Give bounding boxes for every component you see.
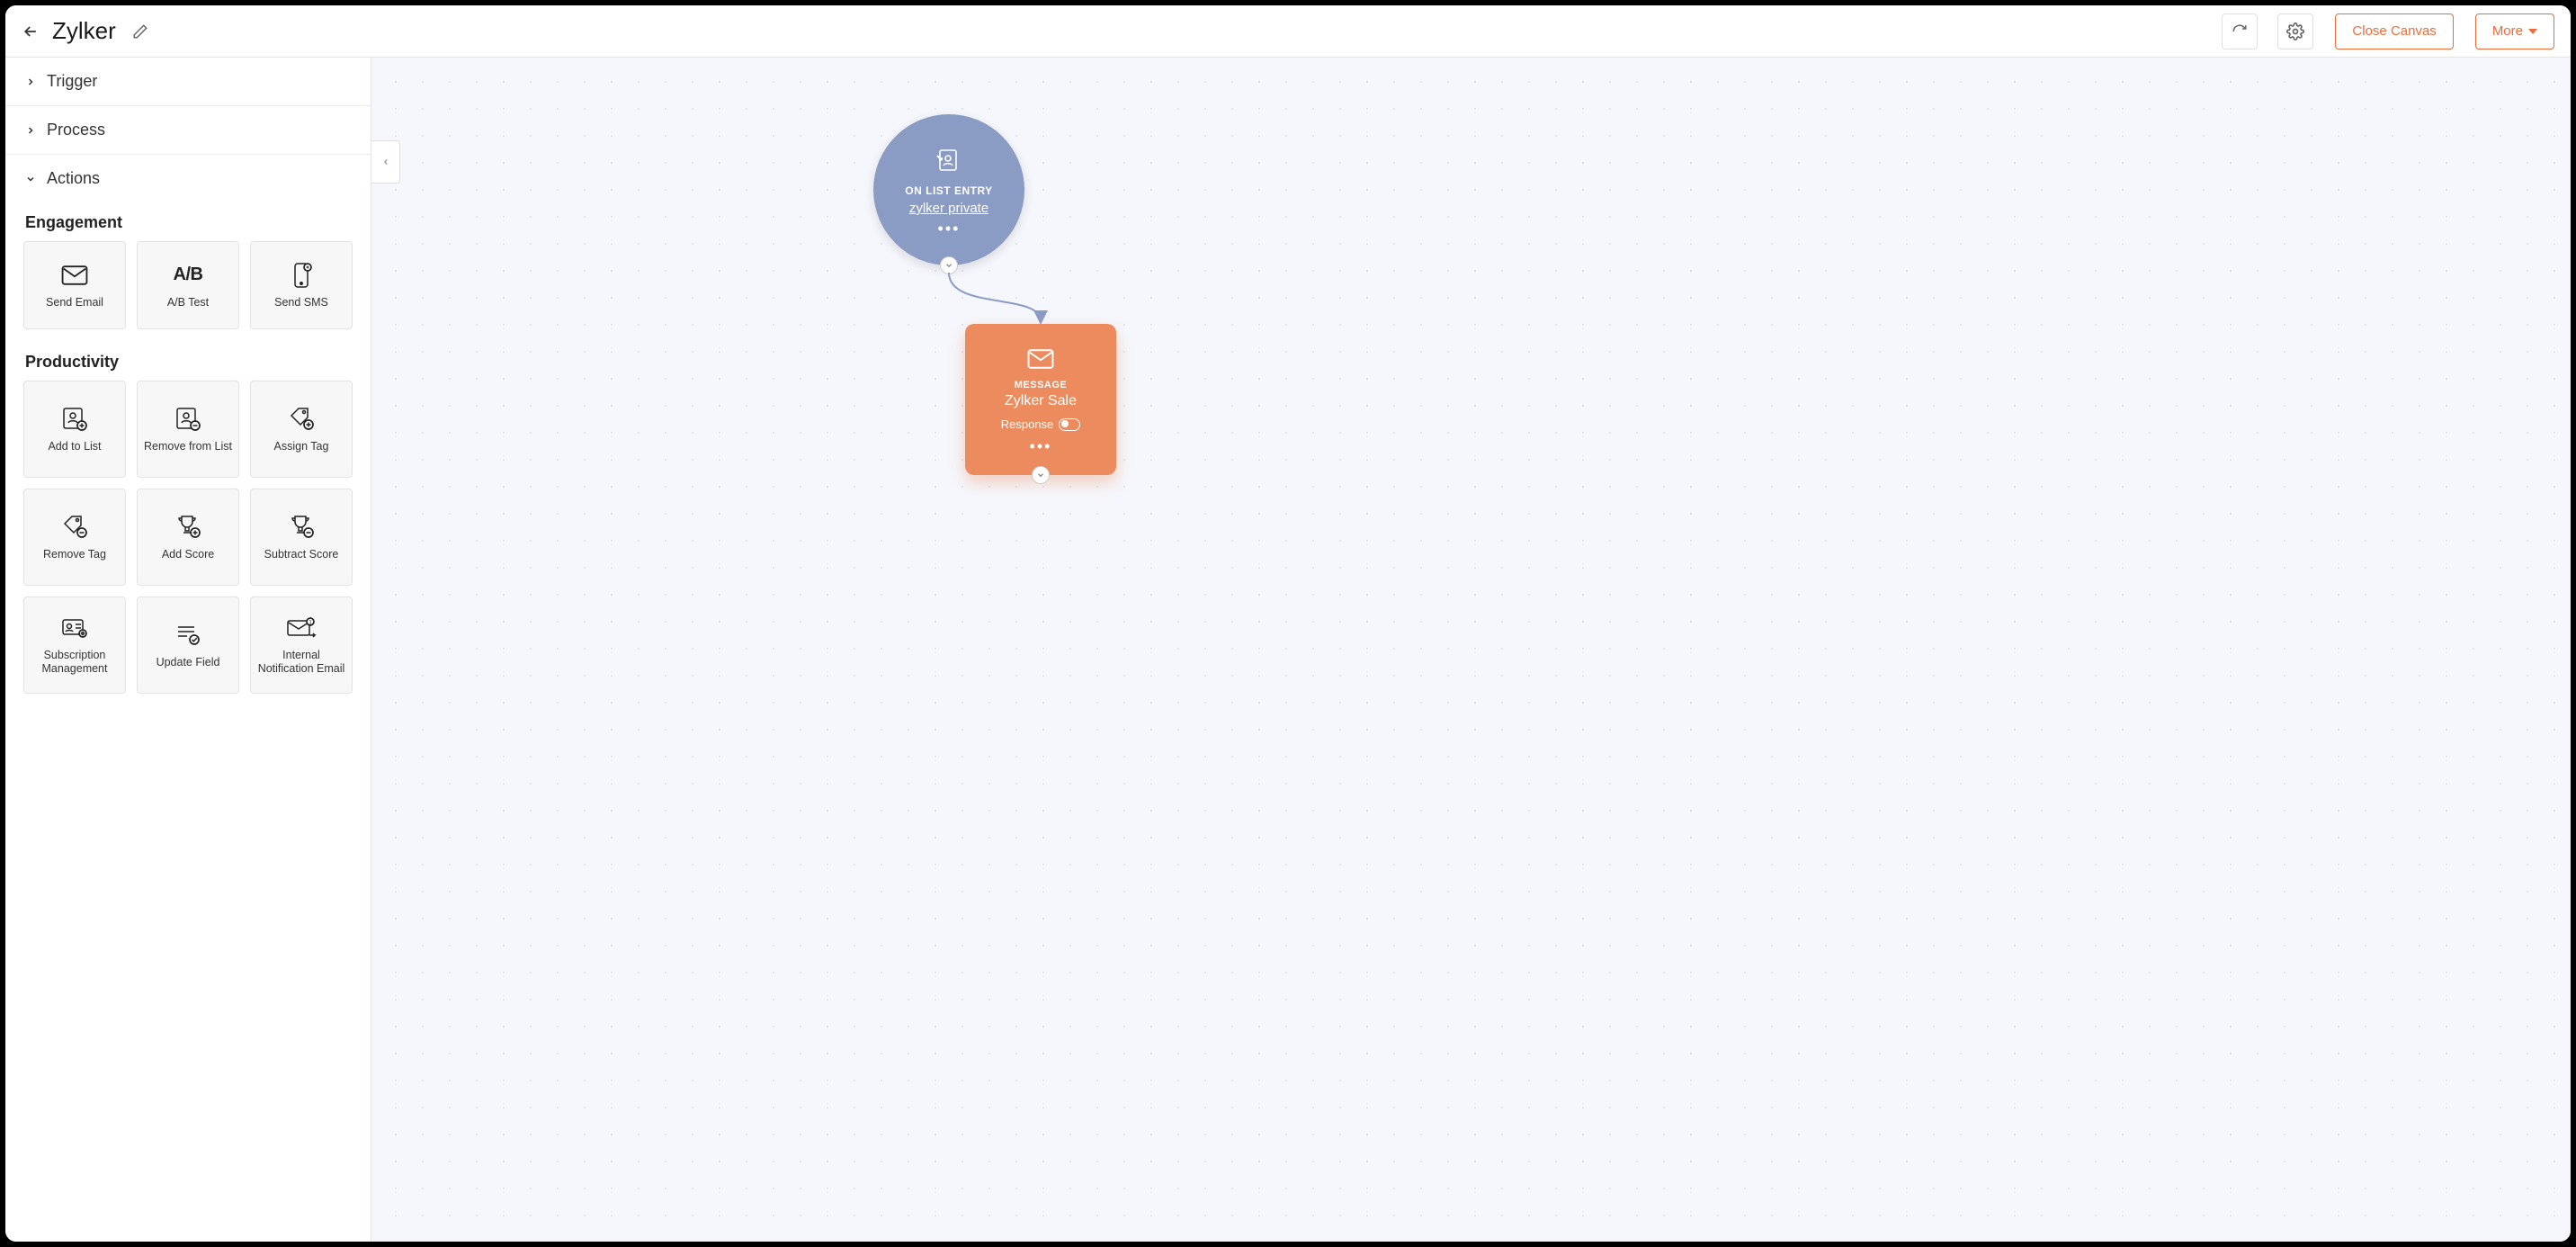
chevron-left-icon: [381, 156, 390, 168]
tile-add-score[interactable]: Add Score: [137, 489, 239, 586]
list-add-icon: [61, 406, 88, 433]
message-value: Zylker Sale: [1005, 393, 1077, 409]
update-field-icon: [174, 622, 201, 649]
chevron-down-icon: [25, 174, 36, 184]
tile-subtract-score[interactable]: Subtract Score: [250, 489, 353, 586]
trigger-value[interactable]: zylker private: [909, 201, 988, 216]
message-type-label: MESSAGE: [1015, 380, 1068, 390]
trophy-subtract-icon: [288, 514, 315, 541]
tile-send-email[interactable]: Send Email: [23, 241, 126, 329]
tile-assign-tag[interactable]: Assign Tag: [250, 381, 353, 478]
close-canvas-label: Close Canvas: [2352, 23, 2436, 39]
group-productivity-title: Productivity: [5, 342, 371, 381]
trigger-type-label: ON LIST ENTRY: [905, 184, 992, 197]
node-menu-icon[interactable]: •••: [1030, 443, 1052, 450]
envelope-icon: [61, 262, 88, 289]
refresh-button[interactable]: [2222, 13, 2258, 49]
app-header: Zylker Close Canvas More: [5, 5, 2571, 58]
envelope-icon: [1027, 349, 1054, 373]
trigger-node[interactable]: ON LIST ENTRY zylker private •••: [873, 114, 1024, 265]
response-toggle[interactable]: [1059, 418, 1080, 431]
tile-label: Send SMS: [274, 296, 328, 310]
chevron-down-icon: [2528, 29, 2537, 34]
chevron-down-icon: [1036, 471, 1045, 480]
edit-icon[interactable]: [132, 23, 148, 40]
tile-update-field[interactable]: Update Field: [137, 597, 239, 694]
tile-label: Add Score: [162, 548, 214, 561]
tile-label: Subscription Management: [30, 649, 120, 676]
back-arrow-icon[interactable]: [22, 22, 40, 40]
phone-sms-icon: [291, 262, 312, 289]
connector-knob[interactable]: [940, 256, 958, 274]
gear-icon: [2286, 22, 2304, 40]
chevron-right-icon: [25, 76, 36, 87]
section-actions-label: Actions: [47, 169, 100, 188]
tile-add-to-list[interactable]: Add to List: [23, 381, 126, 478]
tile-subscription-management[interactable]: Subscription Management: [23, 597, 126, 694]
connector-knob[interactable]: [1032, 466, 1050, 484]
section-trigger[interactable]: Trigger: [5, 58, 371, 106]
message-node[interactable]: MESSAGE Zylker Sale Response •••: [965, 324, 1116, 475]
section-process[interactable]: Process: [5, 106, 371, 155]
settings-button[interactable]: [2277, 13, 2313, 49]
more-button[interactable]: More: [2475, 13, 2554, 49]
tile-internal-notification-email[interactable]: 1 Internal Notification Email: [250, 597, 353, 694]
section-trigger-label: Trigger: [47, 72, 97, 91]
tile-remove-tag[interactable]: Remove Tag: [23, 489, 126, 586]
tile-label: Assign Tag: [274, 440, 329, 453]
tile-label: Remove Tag: [43, 548, 106, 561]
close-canvas-button[interactable]: Close Canvas: [2335, 13, 2453, 49]
tile-send-sms[interactable]: Send SMS: [250, 241, 353, 329]
node-menu-icon[interactable]: •••: [938, 225, 961, 232]
group-engagement-title: Engagement: [5, 202, 371, 241]
tile-label: Add to List: [48, 440, 101, 453]
workflow-title: Zylker: [52, 17, 116, 45]
tag-remove-icon: [61, 514, 88, 541]
tile-ab-test[interactable]: A/B A/B Test: [137, 241, 239, 329]
tile-label: Update Field: [157, 656, 220, 669]
workflow-canvas[interactable]: ON LIST ENTRY zylker private •••: [371, 58, 2571, 1242]
tile-label: Subtract Score: [264, 548, 339, 561]
tile-label: Internal Notification Email: [256, 649, 346, 676]
section-actions[interactable]: Actions: [5, 155, 371, 202]
subscription-icon: [61, 615, 88, 641]
tile-remove-from-list[interactable]: Remove from List: [137, 381, 239, 478]
tile-label: A/B Test: [167, 296, 209, 310]
chevron-right-icon: [25, 125, 36, 136]
refresh-icon: [2232, 23, 2248, 40]
list-remove-icon: [174, 406, 201, 433]
sidebar-collapse-handle[interactable]: [371, 140, 400, 184]
ab-test-icon: A/B: [174, 262, 203, 289]
list-entry-icon: [935, 148, 962, 179]
trophy-add-icon: [174, 514, 201, 541]
tag-add-icon: [288, 406, 315, 433]
response-label: Response: [1001, 417, 1054, 431]
more-label: More: [2492, 23, 2523, 39]
tile-label: Remove from List: [144, 440, 232, 453]
tile-label: Send Email: [46, 296, 103, 310]
notification-email-icon: 1: [286, 615, 317, 641]
actions-sidebar: Trigger Process Actions Engagement: [5, 58, 371, 1242]
chevron-down-icon: [944, 261, 953, 270]
section-process-label: Process: [47, 121, 105, 139]
